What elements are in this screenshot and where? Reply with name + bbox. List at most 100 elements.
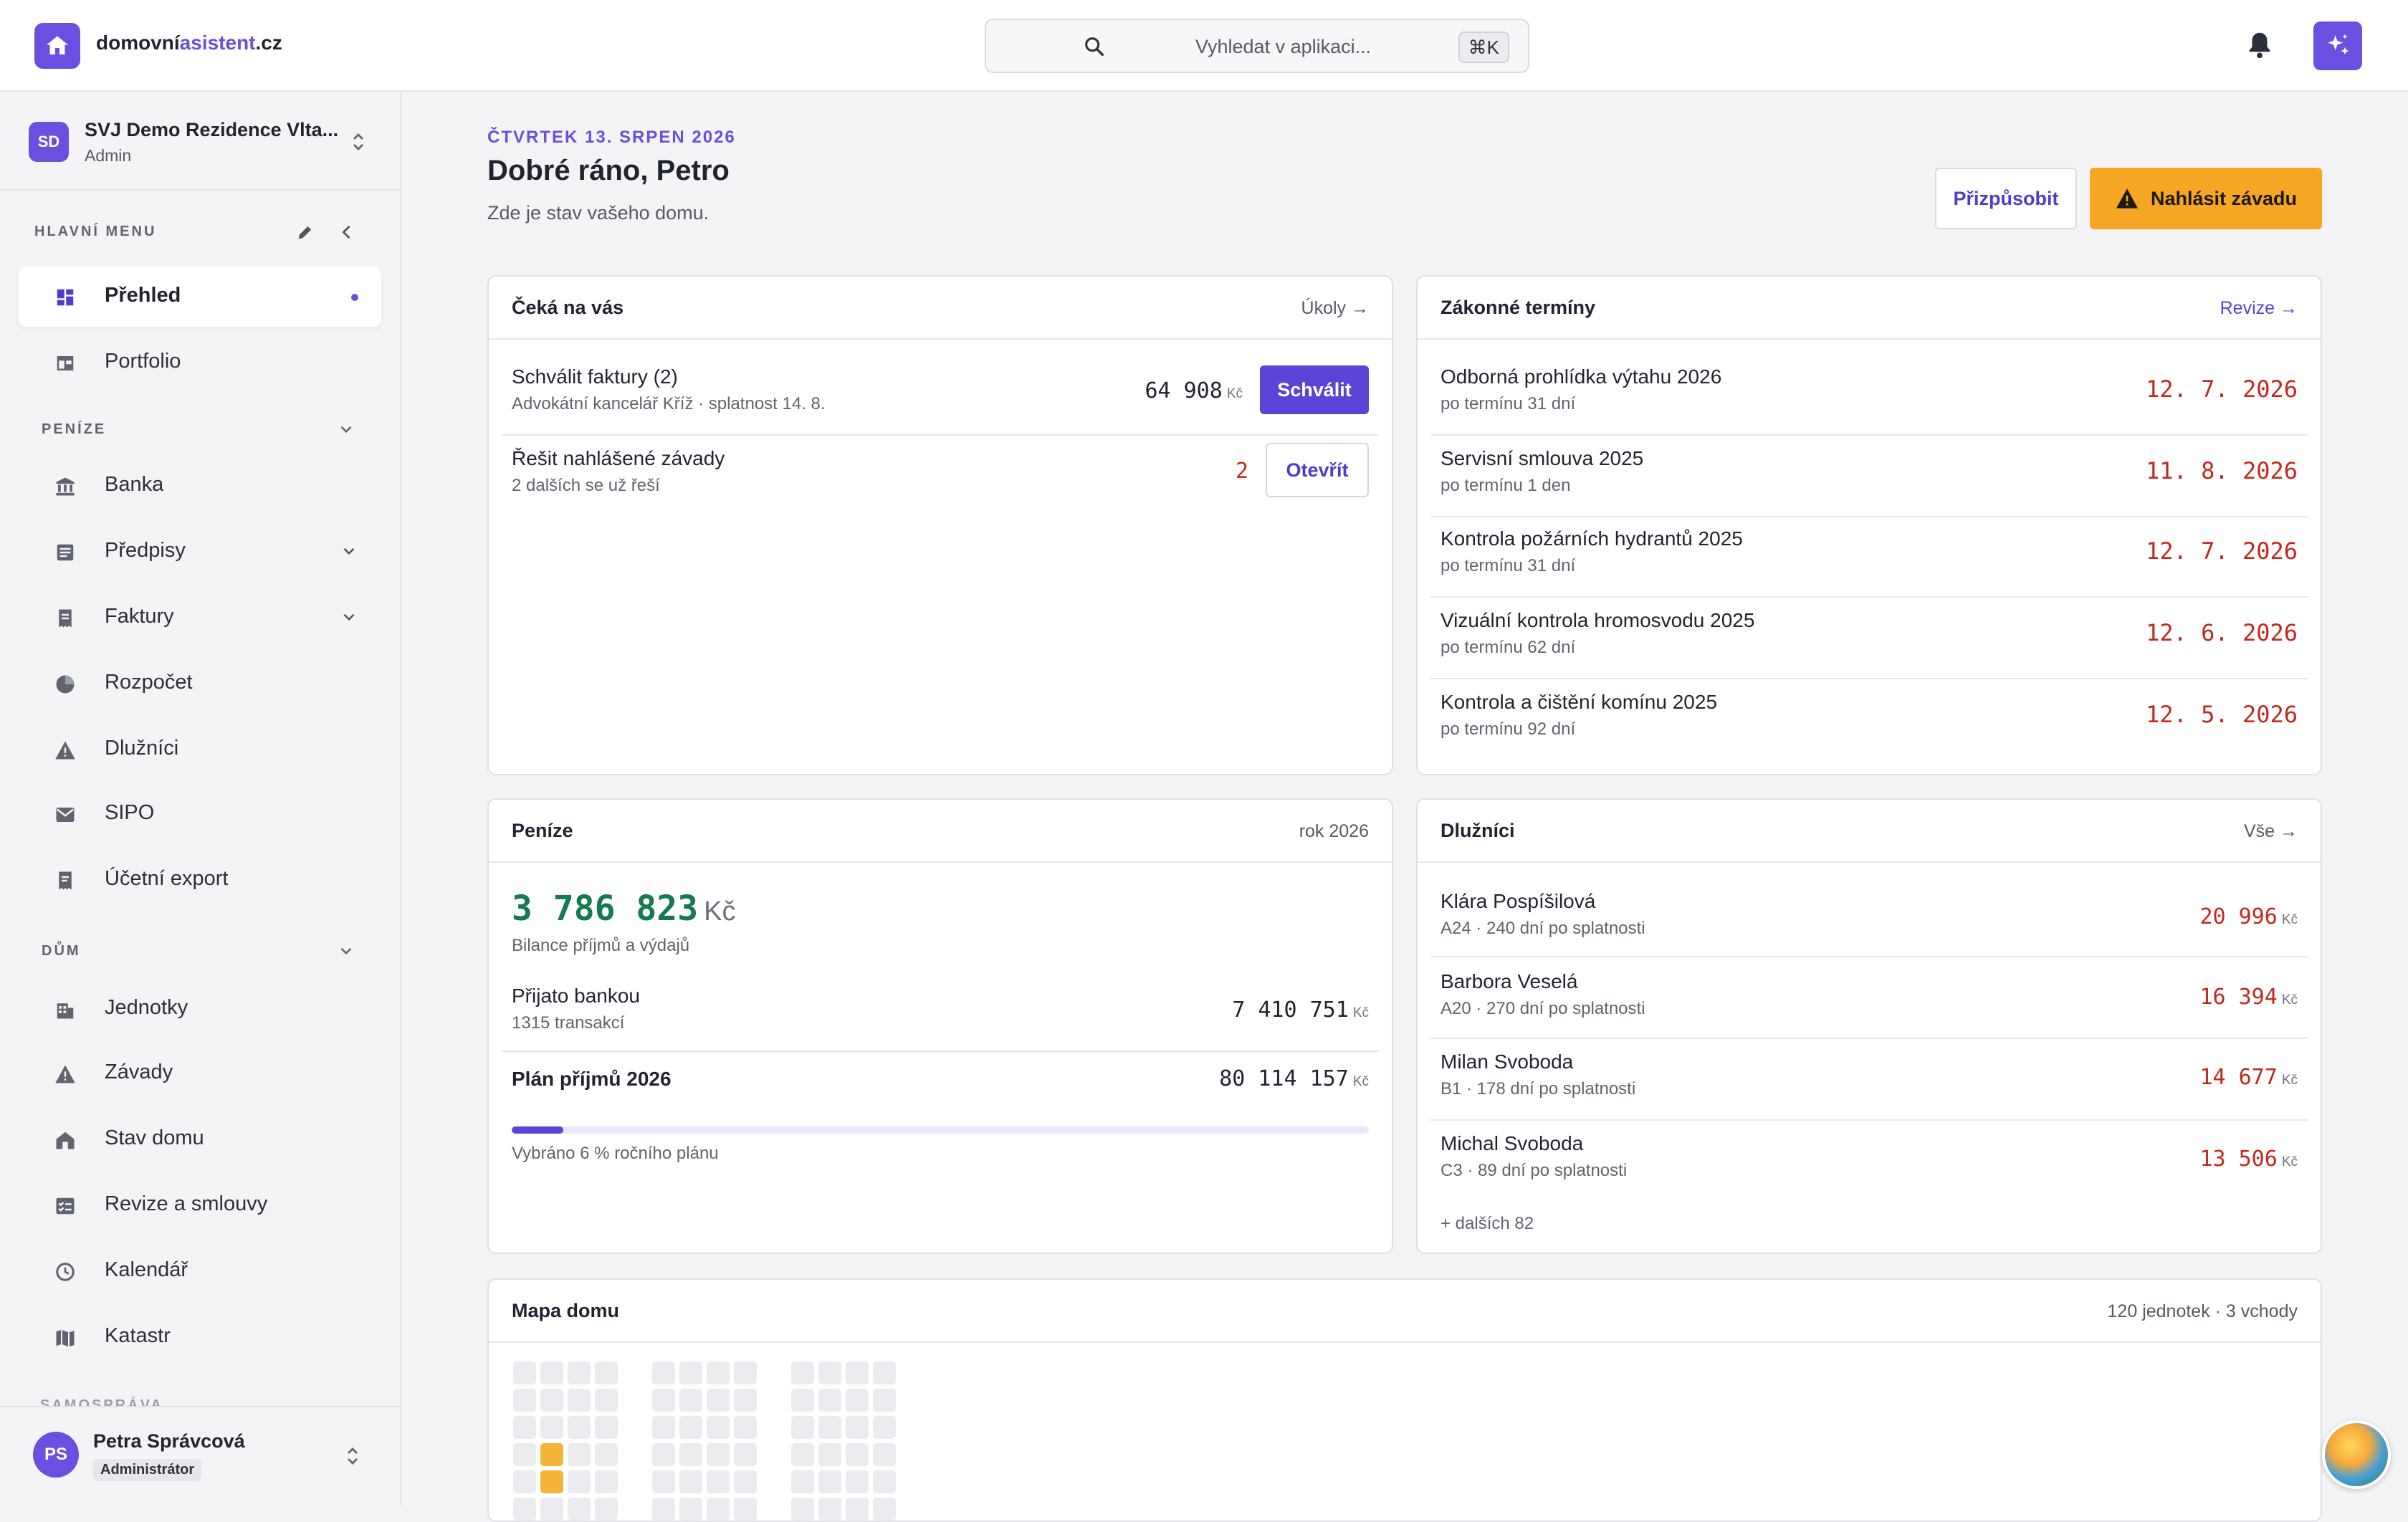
unit-cell[interactable] [791, 1443, 814, 1466]
unit-cell[interactable] [679, 1498, 702, 1521]
ai-assistant-button[interactable] [2313, 21, 2362, 70]
sidebar-item-calendar[interactable]: Kalendář [19, 1241, 381, 1301]
unit-cell[interactable] [568, 1416, 591, 1439]
unit-cell[interactable] [568, 1470, 591, 1493]
sidebar-item-house-status[interactable]: Stav domu [19, 1109, 381, 1169]
debtor-row[interactable]: Milan Svoboda B1 · 178 dní po splatnosti… [1440, 1050, 2308, 1108]
unit-cell[interactable] [540, 1416, 563, 1439]
unit-cell[interactable] [818, 1498, 841, 1521]
unit-cell[interactable] [846, 1389, 869, 1412]
deadline-row[interactable]: Kontrola požárních hydrantů 2025 po term… [1440, 527, 2308, 585]
unit-cell[interactable] [818, 1416, 841, 1439]
chevron-down-icon[interactable] [340, 542, 358, 564]
unit-cell[interactable] [595, 1361, 618, 1384]
sidebar-item-cadastre[interactable]: Katastr [19, 1307, 381, 1367]
sidebar-item-units[interactable]: Jednotky [19, 979, 381, 1039]
assistant-avatar[interactable] [2322, 1420, 2391, 1489]
sidebar-item-defects[interactable]: Závady [19, 1043, 381, 1104]
unit-cell[interactable] [873, 1416, 896, 1439]
unit-cell[interactable] [846, 1361, 869, 1384]
search-input[interactable]: Vyhledat v aplikaci... ⌘K [985, 19, 1529, 73]
chevron-updown-icon[interactable] [350, 130, 367, 157]
unit-cell[interactable] [568, 1443, 591, 1466]
deadline-row[interactable]: Servisní smlouva 2025 po termínu 1 den 1… [1440, 447, 2308, 504]
unit-cell[interactable] [873, 1389, 896, 1412]
unit-cell[interactable] [818, 1443, 841, 1466]
unit-cell[interactable] [679, 1389, 702, 1412]
sidebar-item-budget[interactable]: Rozpočet [19, 654, 381, 714]
unit-cell[interactable] [734, 1498, 757, 1521]
unit-cell[interactable] [513, 1470, 536, 1493]
unit-cell[interactable] [652, 1470, 675, 1493]
unit-cell[interactable] [679, 1443, 702, 1466]
collapse-sidebar-icon[interactable] [337, 222, 357, 246]
unit-cell[interactable] [679, 1416, 702, 1439]
open-button[interactable]: Otevřít [1266, 443, 1369, 497]
tasks-link[interactable]: Úkoly → [1301, 298, 1369, 319]
unit-cell[interactable] [540, 1470, 563, 1493]
unit-cell[interactable] [513, 1498, 536, 1521]
unit-cell[interactable] [846, 1416, 869, 1439]
unit-cell[interactable] [513, 1389, 536, 1412]
unit-cell[interactable] [873, 1470, 896, 1493]
deadline-row[interactable]: Kontrola a čištění komínu 2025 po termín… [1440, 691, 2308, 748]
chevron-updown-icon[interactable] [344, 1445, 361, 1471]
unit-cell[interactable] [873, 1498, 896, 1521]
unit-cell[interactable] [540, 1443, 563, 1466]
unit-cell[interactable] [818, 1361, 841, 1384]
unit-cell[interactable] [846, 1470, 869, 1493]
unit-cell[interactable] [568, 1361, 591, 1384]
unit-cell[interactable] [818, 1470, 841, 1493]
customize-button[interactable]: Přizpůsobit [1935, 168, 2077, 229]
unit-cell[interactable] [652, 1443, 675, 1466]
home-logo-icon[interactable] [34, 23, 80, 69]
sidebar-item-accounting-export[interactable]: Účetní export [19, 850, 381, 910]
deadline-row[interactable]: Vizuální kontrola hromosvodu 2025 po ter… [1440, 609, 2308, 666]
sidebar-item-bank[interactable]: Banka [19, 456, 381, 516]
unit-cell[interactable] [846, 1443, 869, 1466]
debtor-row[interactable]: Klára Pospíšilová A24 · 240 dní po splat… [1440, 890, 2308, 947]
org-switcher[interactable]: SD SVJ Demo Rezidence Vlta... Admin [0, 92, 400, 191]
unit-cell[interactable] [734, 1361, 757, 1384]
unit-cell[interactable] [734, 1470, 757, 1493]
sidebar-item-prescriptions[interactable]: Předpisy [19, 522, 381, 582]
unit-cell[interactable] [873, 1443, 896, 1466]
debtor-row[interactable]: Michal Svoboda C3 · 89 dní po splatnosti… [1440, 1132, 2308, 1190]
unit-cell[interactable] [652, 1498, 675, 1521]
deadline-row[interactable]: Odborná prohlídka výtahu 2026 po termínu… [1440, 365, 2308, 423]
unit-cell[interactable] [595, 1470, 618, 1493]
chevron-down-icon[interactable] [337, 420, 355, 442]
unit-cell[interactable] [595, 1498, 618, 1521]
debtor-row[interactable]: Barbora Veselá A20 · 270 dní po splatnos… [1440, 970, 2308, 1028]
unit-cell[interactable] [734, 1389, 757, 1412]
unit-cell[interactable] [595, 1416, 618, 1439]
more-debtors[interactable]: + dalších 82 [1440, 1214, 1534, 1234]
unit-cell[interactable] [734, 1443, 757, 1466]
unit-cell[interactable] [513, 1416, 536, 1439]
unit-cell[interactable] [791, 1416, 814, 1439]
chevron-down-icon[interactable] [337, 942, 355, 964]
unit-cell[interactable] [540, 1498, 563, 1521]
unit-cell[interactable] [818, 1389, 841, 1412]
unit-cell[interactable] [707, 1416, 730, 1439]
bell-icon[interactable] [2243, 29, 2276, 65]
user-menu[interactable]: PS Petra Správcová Administrátor [0, 1406, 400, 1505]
unit-cell[interactable] [540, 1389, 563, 1412]
unit-cell[interactable] [707, 1389, 730, 1412]
unit-cell[interactable] [568, 1389, 591, 1412]
unit-cell[interactable] [513, 1443, 536, 1466]
sidebar-item-invoices[interactable]: Faktury [19, 588, 381, 648]
unit-cell[interactable] [707, 1443, 730, 1466]
report-defect-button[interactable]: Nahlásit závadu [2090, 168, 2322, 229]
sidebar-item-portfolio[interactable]: Portfolio [19, 332, 381, 393]
unit-cell[interactable] [791, 1389, 814, 1412]
unit-cell[interactable] [652, 1416, 675, 1439]
unit-cell[interactable] [707, 1361, 730, 1384]
unit-cell[interactable] [652, 1361, 675, 1384]
sidebar-item-revisions[interactable]: Revize a smlouvy [19, 1175, 381, 1235]
debtors-all-link[interactable]: Vše → [2244, 821, 2298, 842]
chevron-down-icon[interactable] [340, 608, 358, 630]
unit-cell[interactable] [791, 1361, 814, 1384]
unit-cell[interactable] [791, 1470, 814, 1493]
unit-cell[interactable] [679, 1470, 702, 1493]
